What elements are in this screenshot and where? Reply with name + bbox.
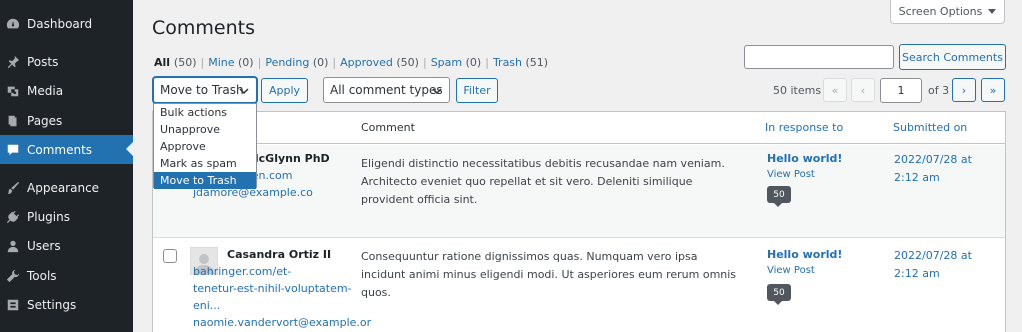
- sidebar-item-media[interactable]: Media: [0, 76, 133, 105]
- sidebar-item-label: Appearance: [27, 180, 100, 195]
- sidebar-item-tools[interactable]: Tools: [0, 261, 133, 290]
- plugin-icon: [5, 209, 21, 225]
- separator: |: [257, 56, 262, 69]
- sidebar-item-label: Plugins: [27, 209, 70, 224]
- users-icon: [5, 238, 21, 254]
- sidebar-item-label: Settings: [27, 297, 77, 312]
- first-page-button: «: [823, 78, 847, 102]
- status-filter-links: All (50) | Mine (0) | Pending (0) | Approved (…: [154, 56, 548, 69]
- current-page-input[interactable]: 1: [880, 78, 922, 103]
- table-row: Casandra Ortiz II bahringer.com/et- tene…: [153, 238, 1005, 332]
- sidebar-item-pages[interactable]: Pages: [0, 106, 133, 135]
- response-post-link[interactable]: Hello world!: [767, 248, 842, 261]
- settings-icon: [5, 297, 21, 313]
- column-header-in-response-to[interactable]: In response to: [765, 121, 843, 134]
- page-title: Comments: [152, 17, 255, 39]
- sidebar-item-label: Media: [27, 83, 64, 98]
- sidebar-item-label: Posts: [27, 54, 59, 69]
- chevron-down-icon: [239, 85, 249, 99]
- option-mark-as-spam[interactable]: Mark as spam: [154, 155, 256, 172]
- sidebar-item-label: Pages: [27, 113, 63, 128]
- media-icon: [5, 83, 21, 99]
- comment-text: Eligendi distinctio necessitatibus debit…: [361, 157, 725, 206]
- separator: |: [200, 56, 205, 69]
- author-url-line[interactable]: bahringer.com/et-: [193, 263, 291, 281]
- table-header: Comment In response to Submitted on: [153, 112, 1005, 144]
- wrench-icon: [5, 268, 21, 284]
- filter-approved[interactable]: Approved (50): [340, 56, 419, 69]
- option-approve[interactable]: Approve: [154, 138, 256, 155]
- column-header-comment: Comment: [361, 121, 415, 134]
- comment-count-bubble[interactable]: 50: [767, 186, 791, 207]
- author-name: Casandra Ortiz II: [227, 248, 332, 261]
- admin-sidebar: Dashboard Posts Media Pages Comments App…: [0, 0, 133, 332]
- sidebar-item-label: Comments: [27, 142, 93, 157]
- filter-button[interactable]: Filter: [456, 78, 498, 103]
- comment-type-select[interactable]: All comment types: [323, 77, 450, 103]
- sidebar-item-label: Tools: [27, 268, 57, 283]
- option-unapprove[interactable]: Unapprove: [154, 121, 256, 138]
- sidebar-item-dashboard[interactable]: Dashboard: [0, 9, 133, 38]
- filter-all[interactable]: All (50): [154, 56, 197, 69]
- dashboard-icon: [5, 16, 21, 32]
- sidebar-item-label: Users: [27, 238, 61, 253]
- sidebar-item-comments[interactable]: Comments: [0, 135, 133, 164]
- row-checkbox[interactable]: [163, 249, 177, 263]
- screen-options-label: Screen Options: [898, 5, 983, 18]
- prev-page-button: ‹: [851, 78, 875, 102]
- search-input[interactable]: [744, 45, 894, 69]
- author-url-line[interactable]: eni...: [193, 297, 220, 315]
- current-menu-arrow: [126, 142, 133, 156]
- paintbrush-icon: [5, 180, 21, 196]
- bulk-actions-select[interactable]: Move to Trash: [153, 77, 257, 103]
- filter-mine[interactable]: Mine (0): [208, 56, 253, 69]
- separator: |: [485, 56, 489, 69]
- pin-icon: [5, 54, 21, 70]
- view-post-link[interactable]: View Post: [767, 169, 815, 180]
- author-email[interactable]: naomie.vandervort@example.or: [193, 314, 371, 332]
- filter-trash[interactable]: Trash (51): [493, 56, 548, 69]
- submitted-date[interactable]: 2022/07/28 at 2:12 am: [894, 247, 994, 283]
- comment-count-bubble[interactable]: 50: [767, 284, 791, 305]
- sidebar-item-appearance[interactable]: Appearance: [0, 173, 133, 202]
- comment-icon: [5, 142, 21, 158]
- view-post-link[interactable]: View Post: [767, 265, 815, 276]
- chevron-down-icon: [432, 85, 442, 99]
- option-bulk-actions[interactable]: Bulk actions: [154, 104, 256, 121]
- comment-text: Consequuntur ratione dignissimos quas. N…: [361, 250, 737, 299]
- total-pages: of 3: [928, 84, 950, 97]
- separator: |: [422, 56, 427, 69]
- sidebar-item-label: Dashboard: [27, 16, 93, 31]
- bulk-actions-dropdown: Bulk actions Unapprove Approve Mark as s…: [153, 103, 257, 189]
- submitted-date[interactable]: 2022/07/28 at 2:12 am: [894, 151, 994, 187]
- items-count: 50 items: [773, 84, 822, 97]
- option-move-to-trash[interactable]: Move to Trash: [154, 172, 256, 189]
- column-header-submitted-on[interactable]: Submitted on: [893, 121, 967, 134]
- last-page-button[interactable]: »: [981, 78, 1005, 102]
- screen-options-button[interactable]: Screen Options: [890, 0, 1005, 24]
- comments-table: Comment In response to Submitted on ae M…: [152, 111, 1006, 332]
- sidebar-item-settings[interactable]: Settings: [0, 290, 133, 319]
- author-url-line[interactable]: tenetur-est-nihil-voluptatem-: [193, 280, 352, 298]
- apply-button[interactable]: Apply: [261, 78, 308, 103]
- sidebar-item-users[interactable]: Users: [0, 231, 133, 260]
- search-comments-button[interactable]: Search Comments: [899, 44, 1006, 70]
- sidebar-item-posts[interactable]: Posts: [0, 47, 133, 76]
- filter-spam[interactable]: Spam (0): [431, 56, 482, 69]
- next-page-button[interactable]: ›: [952, 78, 976, 102]
- pages-icon: [5, 113, 21, 129]
- bulk-actions-value: Move to Trash: [160, 83, 244, 97]
- sidebar-item-plugins[interactable]: Plugins: [0, 202, 133, 231]
- separator: |: [332, 56, 337, 69]
- table-row: ae McGlynn PhD eden.com jdamore@example.…: [153, 145, 1005, 238]
- caret-down-icon: [988, 9, 997, 14]
- response-post-link[interactable]: Hello world!: [767, 152, 842, 165]
- comment-type-value: All comment types: [330, 83, 443, 97]
- filter-pending[interactable]: Pending (0): [265, 56, 328, 69]
